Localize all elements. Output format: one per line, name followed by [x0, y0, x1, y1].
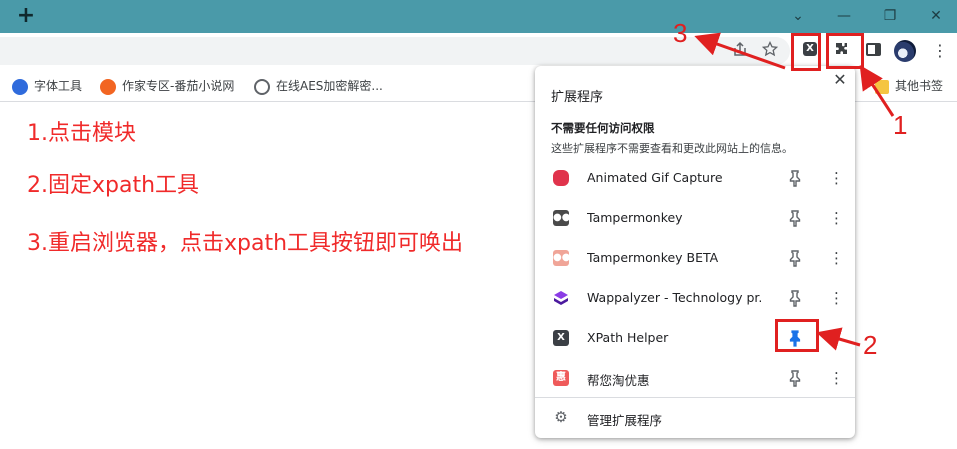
annotation-label-2: 2 [863, 330, 878, 360]
annotation-label-3: 3 [673, 18, 688, 48]
annotation-label-1: 1 [893, 110, 908, 140]
annotation-arrows [694, 32, 895, 351]
